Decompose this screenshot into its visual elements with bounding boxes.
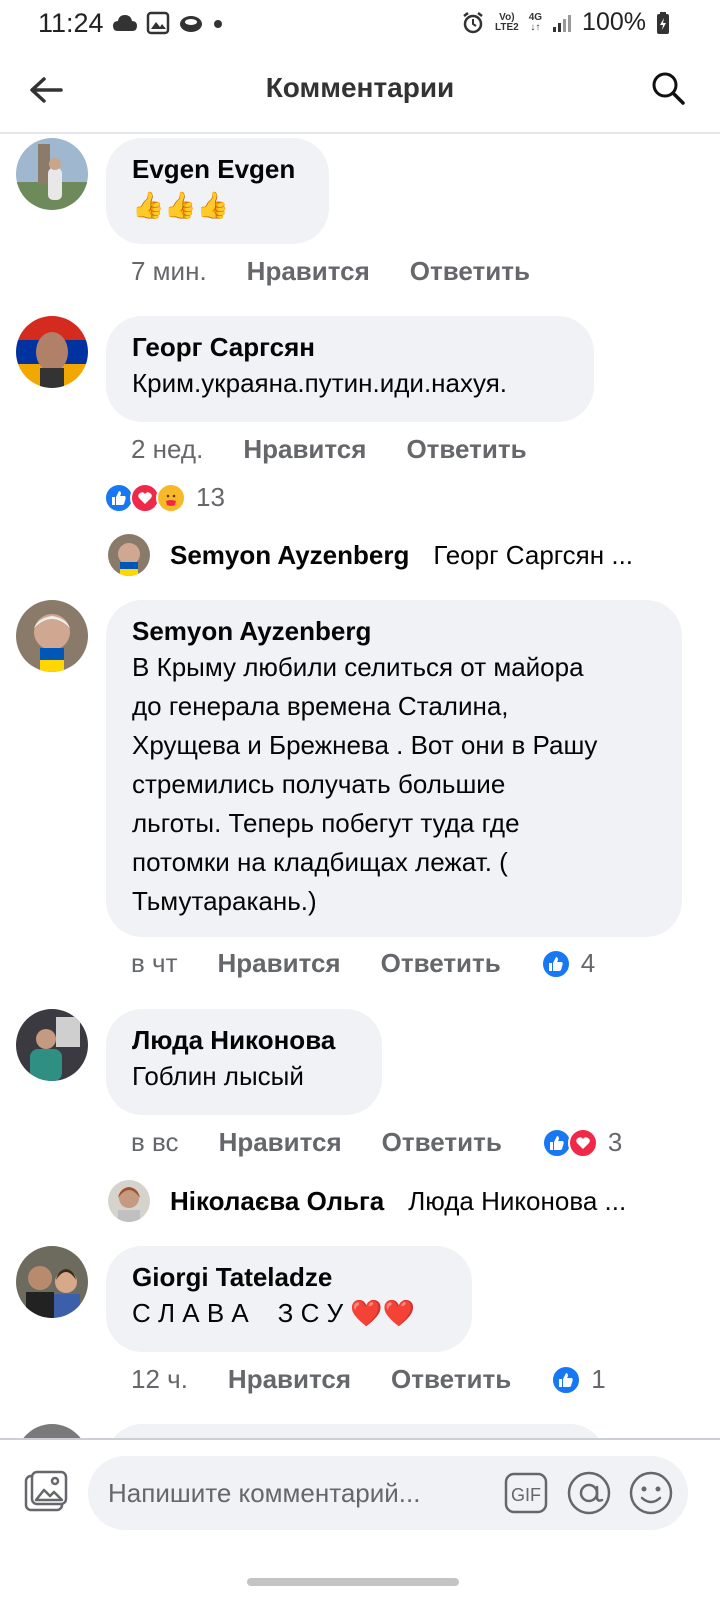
comment-input-container[interactable]: GIF <box>88 1456 688 1530</box>
comment-text: С Л А В А З С У ❤️❤️ <box>132 1298 416 1328</box>
app-header: Комментарии <box>0 50 720 134</box>
like-button[interactable]: Нравится <box>219 1127 342 1158</box>
comments-list: Evgen Evgen 👍👍👍 7 мин. Нравится Ответить… <box>0 136 720 1438</box>
comment-actions: 12 ч. Нравится Ответить 1 <box>131 1364 606 1395</box>
reply-author: Semyon Ayzenberg <box>170 539 410 570</box>
photo-icon <box>24 1470 68 1512</box>
reaction-count[interactable]: 4 <box>581 948 595 979</box>
comment-text-line: до генерала времена Сталина, <box>132 691 509 721</box>
comment-bubble[interactable]: Semyon Ayzenberg В Крыму любили селиться… <box>106 600 682 937</box>
add-photo-button[interactable] <box>22 1468 70 1516</box>
comment-time[interactable]: 7 мин. <box>131 256 207 287</box>
comment-actions: в вс Нравится Ответить 3 <box>131 1127 622 1158</box>
gallery-icon <box>146 11 170 35</box>
comment-time[interactable]: в вс <box>131 1127 179 1158</box>
page-title: Комментарии <box>265 72 455 103</box>
comment-text: Крим.украяна.путин.иди.нахуя. <box>132 368 508 398</box>
reaction-count[interactable]: 1 <box>591 1364 605 1395</box>
reaction-count[interactable]: 3 <box>608 1127 622 1158</box>
comment-text-line: Тьмутаракань.) <box>132 886 317 916</box>
comment-bubble[interactable]: Люда Никонова Гоблин лысый <box>106 1009 382 1115</box>
comment-actions: 2 нед. Нравится Ответить <box>131 434 551 465</box>
at-icon <box>567 1471 611 1515</box>
comment-composer: GIF <box>0 1438 720 1548</box>
comment-bubble[interactable]: Giorgi Tateladze С Л А В А З С У ❤️❤️ <box>106 1246 472 1352</box>
like-reaction-icon[interactable] <box>551 1364 582 1395</box>
like-button[interactable]: Нравится <box>228 1364 351 1395</box>
battery-percent: 100% <box>582 8 646 36</box>
comment-text-line: льготы. Теперь побегут туда где <box>132 808 520 838</box>
reaction-summary[interactable]: 13 <box>104 482 225 513</box>
search-icon <box>652 72 685 105</box>
svg-text:GIF: GIF <box>511 1485 541 1505</box>
comment-author[interactable]: Люда Никонова <box>132 1023 356 1057</box>
mention-button[interactable] <box>566 1470 612 1516</box>
like-button[interactable]: Нравится <box>243 434 366 465</box>
emoji-button[interactable] <box>628 1470 674 1516</box>
battery-charging-icon <box>657 11 669 34</box>
alarm-icon <box>463 11 483 33</box>
comment-actions: 7 мин. Нравится Ответить <box>131 256 554 287</box>
care-reaction-icon <box>156 482 186 513</box>
comment-time[interactable]: 12 ч. <box>131 1364 188 1395</box>
reply-button[interactable]: Ответить <box>382 1127 502 1158</box>
network-indicator: 4G ↓↑ <box>528 11 543 33</box>
comment-text: 👍👍👍 <box>132 190 230 220</box>
avatar <box>108 534 150 576</box>
reply-text: Люда Никонова ... <box>408 1185 627 1216</box>
gif-icon: GIF <box>504 1472 548 1514</box>
reply-button[interactable]: Ответить <box>391 1364 511 1395</box>
comment-author[interactable]: Semyon Ayzenberg <box>132 614 656 648</box>
comment-author[interactable]: Evgen Evgen <box>132 152 303 186</box>
like-reaction-icon[interactable] <box>540 948 571 979</box>
love-reaction-icon[interactable] <box>567 1127 598 1158</box>
comment-text-line: стремились получать большие <box>132 769 506 799</box>
volte-indicator: Vo) LTE2 <box>494 11 519 33</box>
reply-author: Ніколаєва Ольга <box>170 1185 385 1216</box>
comment-text-line: потомки на кладбищах лежат. ( <box>132 847 508 877</box>
comment-bubble[interactable]: Георг Саргсян Крим.украяна.путин.иди.нах… <box>106 316 594 422</box>
status-time: 11:24 <box>38 8 104 38</box>
reply-button[interactable]: Ответить <box>406 434 526 465</box>
comment-author[interactable]: Георг Саргсян <box>132 330 568 364</box>
signal-icon <box>553 14 572 32</box>
reaction-count: 13 <box>196 482 225 512</box>
avatar[interactable] <box>16 1424 88 1438</box>
app-icon <box>180 16 202 32</box>
avatar <box>108 1180 150 1222</box>
avatar[interactable] <box>16 316 88 388</box>
status-bar: 11:24 Vo) LTE2 4G ↓↑ 100% <box>0 0 720 50</box>
comment-input[interactable] <box>108 1456 488 1530</box>
comment-bubble[interactable]: Evgen Evgen 👍👍👍 <box>106 138 329 244</box>
reply-text: Георг Саргсян ... <box>433 539 634 570</box>
like-button[interactable]: Нравится <box>247 256 370 287</box>
reply-preview[interactable]: Ніколаєва Ольга Люда Никонова ... <box>108 1180 626 1222</box>
comment-time[interactable]: в чт <box>131 948 178 979</box>
system-icons: Vo) LTE2 4G ↓↑ 100% <box>461 8 670 37</box>
comment-text-line: В Крыму любили селиться от майора <box>132 652 584 682</box>
like-button[interactable]: Нравится <box>218 948 341 979</box>
home-indicator[interactable] <box>247 1578 459 1586</box>
comment-actions: в чт Нравится Ответить 4 <box>131 948 595 979</box>
avatar[interactable] <box>16 138 88 210</box>
comment-text: Гоблин лысый <box>132 1061 304 1091</box>
notification-icons <box>112 11 224 35</box>
gif-button[interactable]: GIF <box>504 1472 548 1514</box>
avatar[interactable] <box>16 1009 88 1081</box>
data-arrows-icon: ↓↑ <box>530 21 541 33</box>
dot-icon <box>214 20 222 28</box>
comment-bubble[interactable] <box>106 1424 606 1438</box>
comment-time[interactable]: 2 нед. <box>131 434 203 465</box>
reply-button[interactable]: Ответить <box>381 948 501 979</box>
reply-preview[interactable]: Semyon Ayzenberg Георг Саргсян ... <box>108 534 633 576</box>
cloud-icon <box>113 15 137 31</box>
avatar[interactable] <box>16 1246 88 1318</box>
emoji-icon <box>629 1471 673 1515</box>
comment-author[interactable]: Giorgi Tateladze <box>132 1260 446 1294</box>
reply-button[interactable]: Ответить <box>410 256 530 287</box>
avatar[interactable] <box>16 600 88 672</box>
comment-text-line: Хрущева и Брежнева . Вот они в Рашу <box>132 730 598 760</box>
search-button[interactable] <box>644 64 692 112</box>
